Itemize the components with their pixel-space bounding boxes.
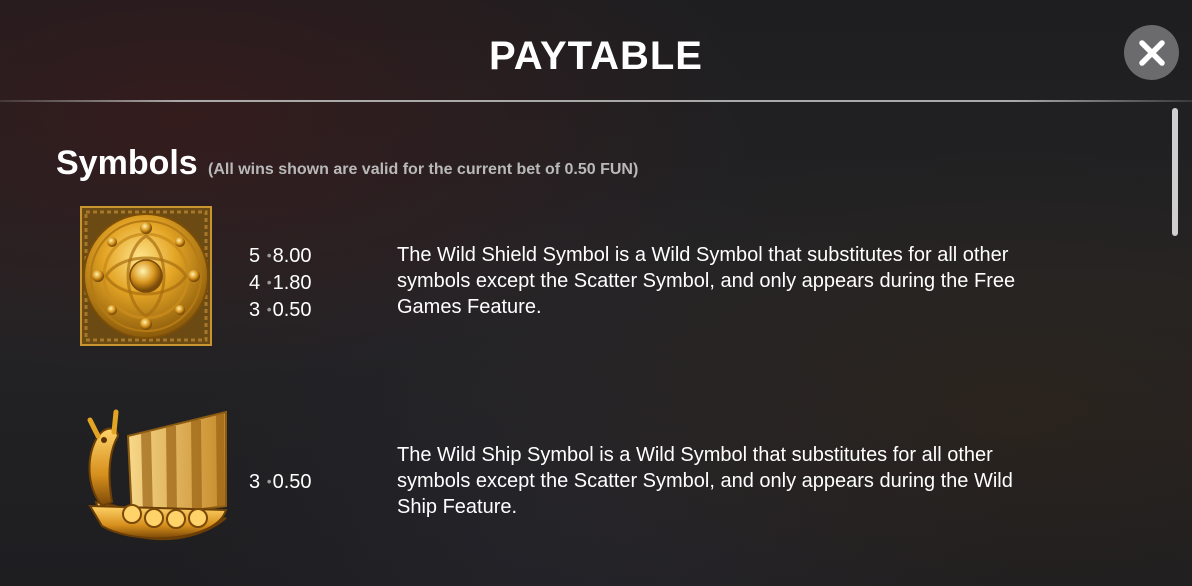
wild-shield-icon bbox=[80, 206, 212, 346]
payout-list: 3 •0.50 bbox=[249, 468, 312, 495]
header-divider bbox=[0, 100, 1192, 102]
close-icon bbox=[1138, 39, 1165, 66]
section-title: Symbols bbox=[56, 144, 198, 182]
section-note: (All wins shown are valid for the curren… bbox=[208, 161, 639, 178]
symbol-description: The Wild Ship Symbol is a Wild Symbol th… bbox=[397, 444, 1013, 518]
scrollbar[interactable] bbox=[1172, 108, 1178, 586]
page-title: PAYTABLE bbox=[489, 34, 703, 78]
payout-row: 3 •0.50 bbox=[249, 299, 312, 321]
payout-list: 5 •8.00 4 •1.80 3 •0.50 bbox=[249, 242, 312, 323]
close-button[interactable] bbox=[1124, 25, 1179, 80]
payout-row: 5 •8.00 bbox=[249, 245, 312, 267]
wild-ship-icon bbox=[76, 406, 236, 552]
paytable-panel: PAYTABLE Symbols (All wins shown are val… bbox=[0, 0, 1192, 586]
payout-row: 4 •1.80 bbox=[249, 272, 312, 294]
scrollbar-thumb[interactable] bbox=[1172, 108, 1178, 236]
payout-row: 3 •0.50 bbox=[249, 471, 312, 493]
symbol-description: The Wild Shield Symbol is a Wild Symbol … bbox=[397, 244, 1016, 318]
